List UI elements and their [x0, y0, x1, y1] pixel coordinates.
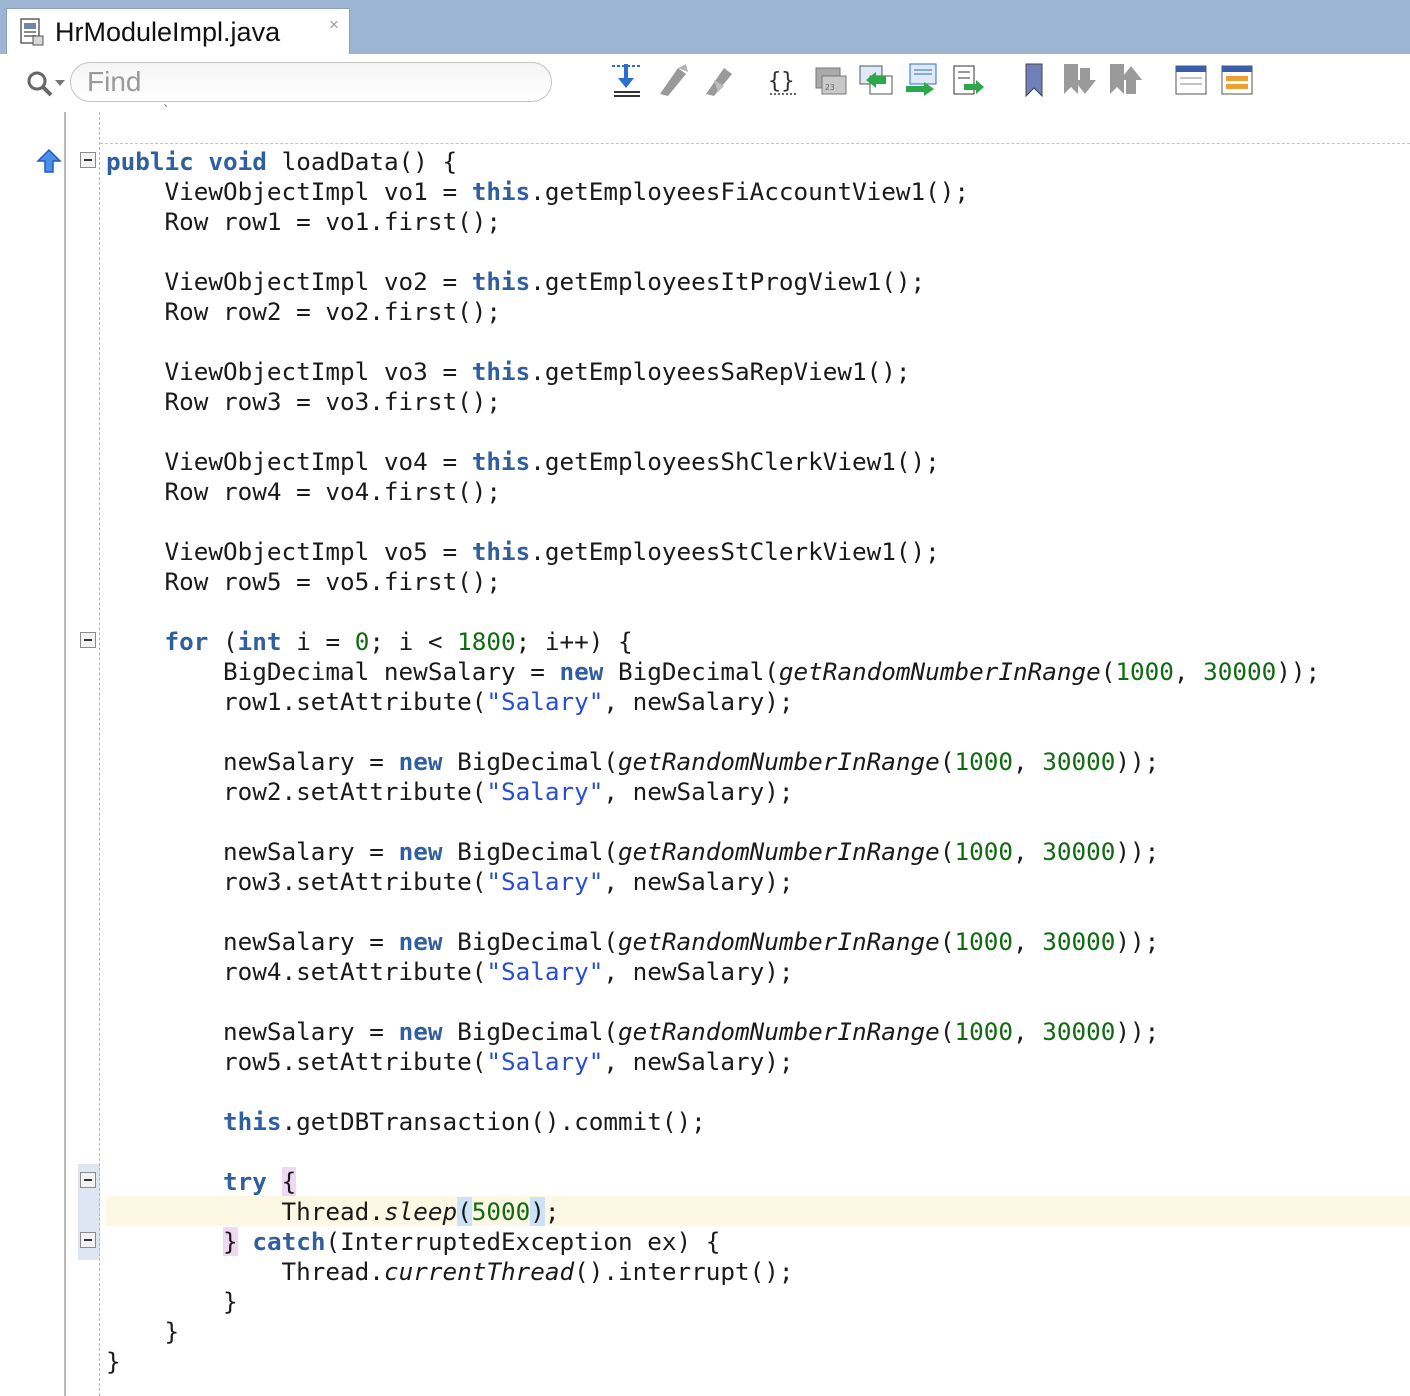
code-editor[interactable]: public void loadData() { ViewObjectImpl …	[106, 147, 1320, 1377]
toggle-scroll-icon[interactable]	[608, 62, 644, 98]
export-icon[interactable]	[950, 62, 986, 98]
fold-toggle-try[interactable]	[80, 1172, 96, 1188]
editor-tab-bar: HrModuleImpl.java ×	[0, 0, 1410, 54]
java-file-icon	[20, 18, 44, 46]
gutter-divider	[64, 112, 66, 1396]
svg-text:{}: {}	[768, 69, 795, 94]
svg-text:23: 23	[825, 83, 835, 92]
tab-title: HrModuleImpl.java	[55, 17, 281, 47]
fold-toggle-method[interactable]	[80, 152, 96, 168]
close-icon[interactable]: ×	[329, 15, 339, 35]
fold-toggle-catch[interactable]	[80, 1232, 96, 1248]
braces-icon[interactable]: {}	[766, 62, 802, 98]
tab-hr-module-impl[interactable]: HrModuleImpl.java ×	[6, 8, 350, 54]
compare-icon[interactable]	[858, 62, 894, 98]
bookmark-icon[interactable]	[1016, 62, 1052, 98]
next-change-icon[interactable]	[702, 62, 738, 98]
forward-icon[interactable]	[904, 62, 940, 98]
method-separator	[100, 143, 1410, 144]
previous-bookmark-icon[interactable]	[1108, 62, 1144, 98]
previous-change-icon[interactable]	[656, 62, 692, 98]
editor-toolbar: {} 23	[0, 54, 1410, 112]
find-input[interactable]	[70, 62, 552, 102]
fold-gutter	[78, 112, 100, 1396]
next-bookmark-icon[interactable]	[1062, 62, 1098, 98]
db-tool-icon[interactable]: 23	[812, 62, 848, 98]
gutter-dashed-line	[99, 112, 100, 1396]
search-icon[interactable]	[20, 64, 70, 104]
template-icon[interactable]	[1220, 62, 1256, 98]
override-arrow-icon[interactable]	[36, 148, 62, 174]
split-window-icon[interactable]	[1174, 62, 1210, 98]
top-stub-text: `	[162, 104, 171, 120]
fold-toggle-for[interactable]	[80, 632, 96, 648]
